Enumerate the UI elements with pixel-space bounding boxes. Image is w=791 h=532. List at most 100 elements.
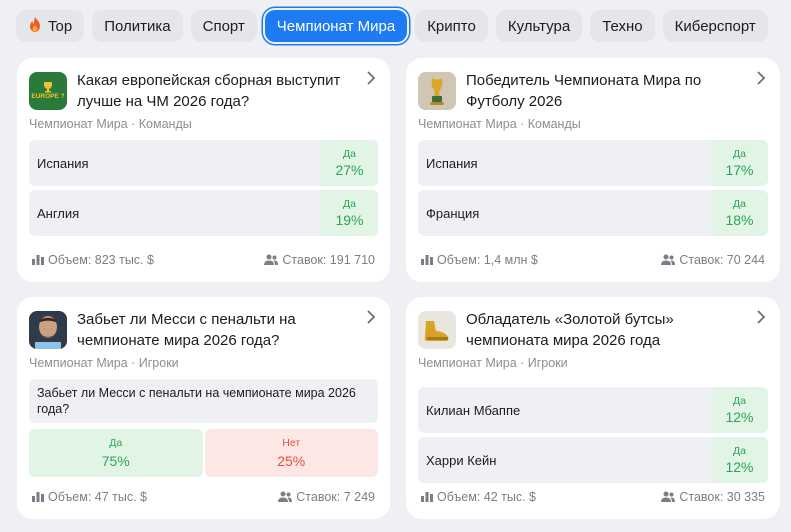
- market-title[interactable]: Победитель Чемпионата Мира по Футболу 20…: [466, 70, 768, 112]
- yes-button[interactable]: Да 12%: [711, 437, 768, 483]
- yes-percent: 18%: [725, 212, 754, 228]
- yes-label: Да: [733, 148, 746, 160]
- yes-button[interactable]: Да 27%: [321, 140, 378, 186]
- option-name: Килиан Мбаппе: [426, 402, 521, 418]
- bets-text: Ставок: 191 710: [282, 253, 375, 267]
- tab-top[interactable]: Top: [16, 10, 85, 42]
- tab-label: Top: [48, 17, 73, 35]
- option-name: Харри Кейн: [426, 452, 497, 468]
- market-category: Чемпионат Мира · Команды: [29, 117, 192, 131]
- market-card[interactable]: Обладатель «Золотой бутсы» чемпионата ми…: [406, 297, 780, 519]
- option-name: Англия: [37, 205, 80, 221]
- tab-politics[interactable]: Политика: [92, 10, 183, 42]
- fire-icon: [28, 16, 42, 37]
- volume-text: Объем: 823 тыс. $: [48, 253, 154, 267]
- no-percent: 25%: [277, 453, 306, 469]
- yes-label: Да: [733, 198, 746, 210]
- tab-label: Политика: [104, 17, 171, 35]
- bets-text: Ставок: 30 335: [679, 490, 765, 504]
- bets-stat: Ставок: 30 335: [661, 490, 765, 505]
- yes-percent: 12%: [725, 409, 754, 425]
- volume-stat: Объем: 42 тыс. $: [421, 490, 536, 505]
- tab-label: Техно: [602, 17, 643, 35]
- option-row[interactable]: Испания Да 17%: [418, 140, 768, 186]
- yes-percent: 19%: [335, 212, 364, 228]
- yes-label: Да: [733, 395, 746, 407]
- users-icon: [278, 491, 293, 505]
- no-button[interactable]: Нет 25%: [204, 429, 378, 477]
- yes-button[interactable]: Да 12%: [711, 387, 768, 433]
- tab-culture[interactable]: Культура: [495, 10, 583, 42]
- chevron-right-icon[interactable]: [366, 71, 376, 90]
- volume-stat: Объем: 1,4 млн $: [421, 253, 538, 268]
- market-title[interactable]: Обладатель «Золотой бутсы» чемпионата ми…: [466, 309, 768, 351]
- bets-stat: Ставок: 191 710: [264, 253, 375, 268]
- chevron-right-icon[interactable]: [756, 310, 766, 329]
- europe-thumbnail: EUROPE ?: [29, 72, 67, 110]
- users-icon: [661, 254, 676, 268]
- market-card[interactable]: Забьет ли Месси с пенальти на чемпионате…: [17, 297, 390, 519]
- bets-text: Ставок: 70 244: [679, 253, 765, 267]
- thumb-text: EUROPE ?: [31, 93, 65, 100]
- option-name: Испания: [426, 155, 478, 171]
- tab-tech[interactable]: Техно: [590, 10, 655, 42]
- chevron-right-icon[interactable]: [756, 71, 766, 90]
- no-label: Нет: [282, 437, 301, 449]
- yes-percent: 17%: [725, 162, 754, 178]
- trophy-icon: [44, 82, 52, 93]
- option-row[interactable]: Харри Кейн Да 12%: [418, 437, 768, 483]
- volume-text: Объем: 47 тыс. $: [48, 490, 148, 504]
- yes-label: Да: [733, 445, 746, 457]
- yes-button[interactable]: Да 19%: [321, 190, 378, 236]
- option-name: Франция: [426, 205, 480, 221]
- yes-button[interactable]: Да 17%: [711, 140, 768, 186]
- market-card[interactable]: Победитель Чемпионата Мира по Футболу 20…: [406, 58, 780, 282]
- users-icon: [661, 491, 676, 505]
- volume-stat: Объем: 823 тыс. $: [32, 253, 154, 268]
- yes-button[interactable]: Да 75%: [29, 429, 203, 477]
- option-name: Испания: [37, 155, 89, 171]
- tab-world-cup[interactable]: Чемпионат Мира: [264, 10, 408, 42]
- tab-label: Киберспорт: [674, 17, 756, 35]
- market-title[interactable]: Какая европейская сборная выступит лучше…: [77, 70, 378, 112]
- option-row[interactable]: Килиан Мбаппе Да 12%: [418, 387, 768, 433]
- tab-label: Чемпионат Мира: [276, 17, 396, 35]
- option-row[interactable]: Франция Да 18%: [418, 190, 768, 236]
- option-row[interactable]: Англия Да 19%: [29, 190, 378, 236]
- yes-label: Да: [343, 198, 356, 210]
- tab-crypto[interactable]: Крипто: [415, 10, 488, 42]
- yes-percent: 75%: [101, 453, 130, 469]
- yes-percent: 27%: [335, 162, 364, 178]
- bets-stat: Ставок: 70 244: [661, 253, 765, 268]
- bar-chart-icon: [32, 254, 44, 268]
- bar-chart-icon: [32, 491, 44, 505]
- tab-label: Спорт: [202, 17, 245, 35]
- bets-stat: Ставок: 7 249: [278, 490, 375, 505]
- market-card[interactable]: EUROPE ? Какая европейская сборная высту…: [17, 58, 390, 282]
- bar-chart-icon: [421, 254, 433, 268]
- volume-text: Объем: 42 тыс. $: [437, 490, 537, 504]
- category-tabs: Top Политика Спорт Чемпионат Мира Крипто…: [16, 10, 791, 42]
- yes-button[interactable]: Да 18%: [711, 190, 768, 236]
- market-title[interactable]: Забьет ли Месси с пенальти на чемпионате…: [77, 309, 378, 351]
- bets-text: Ставок: 7 249: [296, 490, 375, 504]
- tab-label: Крипто: [427, 17, 476, 35]
- market-category: Чемпионат Мира · Игроки: [29, 356, 179, 370]
- tab-label: Культура: [507, 17, 571, 35]
- tab-sport[interactable]: Спорт: [190, 10, 257, 42]
- option-row[interactable]: Испания Да 27%: [29, 140, 378, 186]
- tab-esports[interactable]: Киберспорт: [662, 10, 768, 42]
- world-cup-trophy-thumbnail: [418, 72, 456, 110]
- volume-text: Объем: 1,4 млн $: [437, 253, 538, 267]
- market-category: Чемпионат Мира · Игроки: [418, 356, 568, 370]
- users-icon: [264, 254, 279, 268]
- chevron-right-icon[interactable]: [366, 310, 376, 329]
- market-question: Забьет ли Месси с пенальти на чемпионате…: [29, 379, 378, 423]
- messi-photo-thumbnail: [29, 311, 67, 349]
- market-category: Чемпионат Мира · Команды: [418, 117, 581, 131]
- yes-percent: 12%: [725, 459, 754, 475]
- bar-chart-icon: [421, 491, 433, 505]
- golden-boot-thumbnail: [418, 311, 456, 349]
- yes-label: Да: [343, 148, 356, 160]
- volume-stat: Объем: 47 тыс. $: [32, 490, 147, 505]
